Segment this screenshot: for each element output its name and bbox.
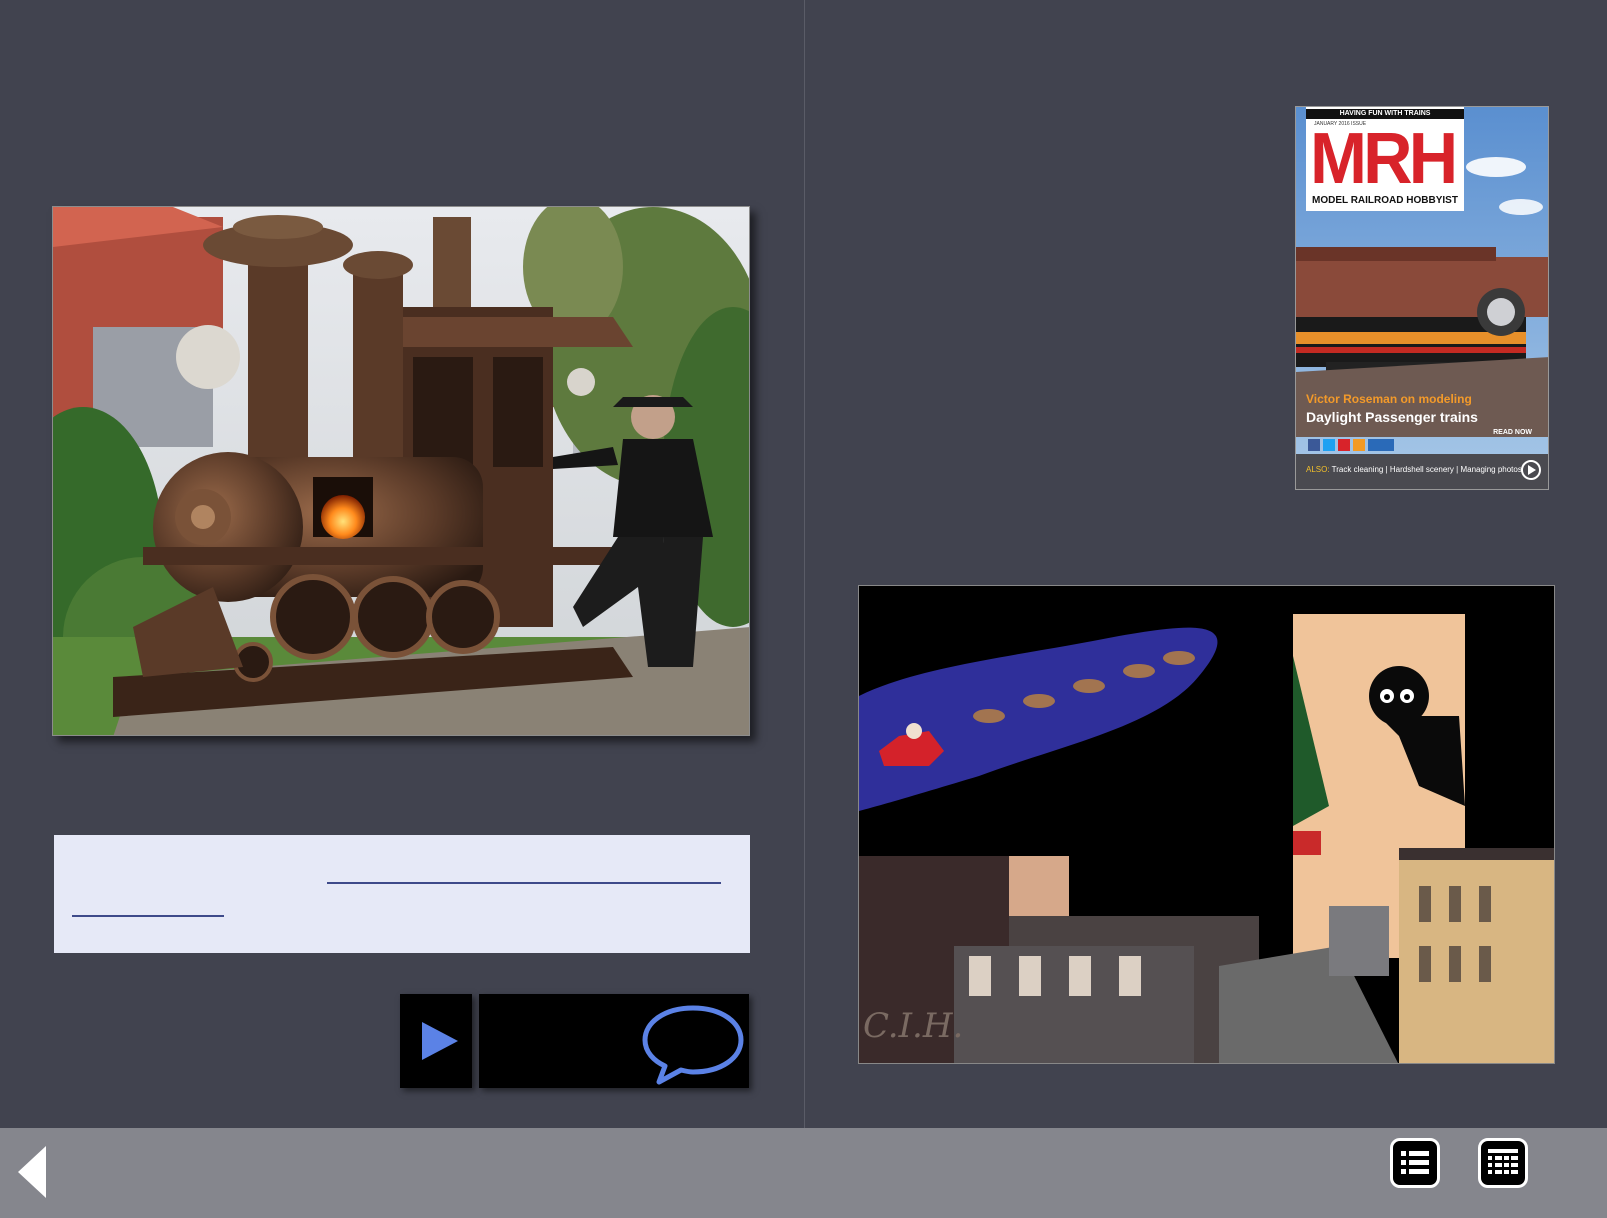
steam-locomotive-photo (52, 206, 750, 736)
youtube-icon (1338, 439, 1350, 451)
caption-link-underline-2[interactable] (72, 915, 224, 917)
speech-bubble-icon (642, 1005, 744, 1085)
itunes-icon (1368, 439, 1394, 451)
cover-also-text: Track cleaning | Hardshell scenery | Man… (1331, 465, 1522, 474)
rss-icon (1353, 439, 1365, 451)
cover-masthead: MODEL RAILROAD HOBBYIST (1312, 195, 1458, 206)
grid-list-icon (1488, 1149, 1518, 1174)
play-video-button[interactable] (400, 994, 472, 1088)
back-arrow-icon[interactable] (14, 1144, 54, 1200)
christmas-cartoon[interactable]: C.I.H. (858, 585, 1555, 1064)
cover-read-now[interactable]: READ NOW (1493, 429, 1532, 436)
list-icon (1401, 1151, 1429, 1174)
index-button[interactable] (1478, 1138, 1528, 1188)
page-divider (804, 0, 805, 1218)
cover-headline-1: Victor Roseman on modeling (1306, 392, 1472, 406)
mrh-cover-ad[interactable]: HAVING FUN WITH TRAINS JANUARY 2016 ISSU… (1295, 106, 1549, 490)
photo-caption (54, 835, 750, 953)
facebook-icon (1308, 439, 1320, 451)
play-icon (422, 1022, 458, 1060)
cartoon-signature: C.I.H. (863, 1006, 964, 1046)
cover-also-label: ALSO: (1306, 465, 1330, 474)
cover-logo: MRH (1310, 119, 1458, 199)
cover-headline-2: Daylight Passenger trains (1306, 409, 1478, 425)
table-of-contents-button[interactable] (1390, 1138, 1440, 1188)
cover-tagline: HAVING FUN WITH TRAINS (1306, 109, 1464, 119)
bottom-nav-bar (0, 1128, 1607, 1218)
cover-social-icons (1308, 439, 1398, 451)
caption-link-underline[interactable] (327, 882, 721, 884)
play-circle-icon[interactable] (1520, 459, 1542, 481)
comment-button[interactable] (479, 994, 749, 1088)
twitter-icon (1323, 439, 1335, 451)
cover-also-line: ALSO: Track cleaning | Hardshell scenery… (1306, 465, 1522, 474)
